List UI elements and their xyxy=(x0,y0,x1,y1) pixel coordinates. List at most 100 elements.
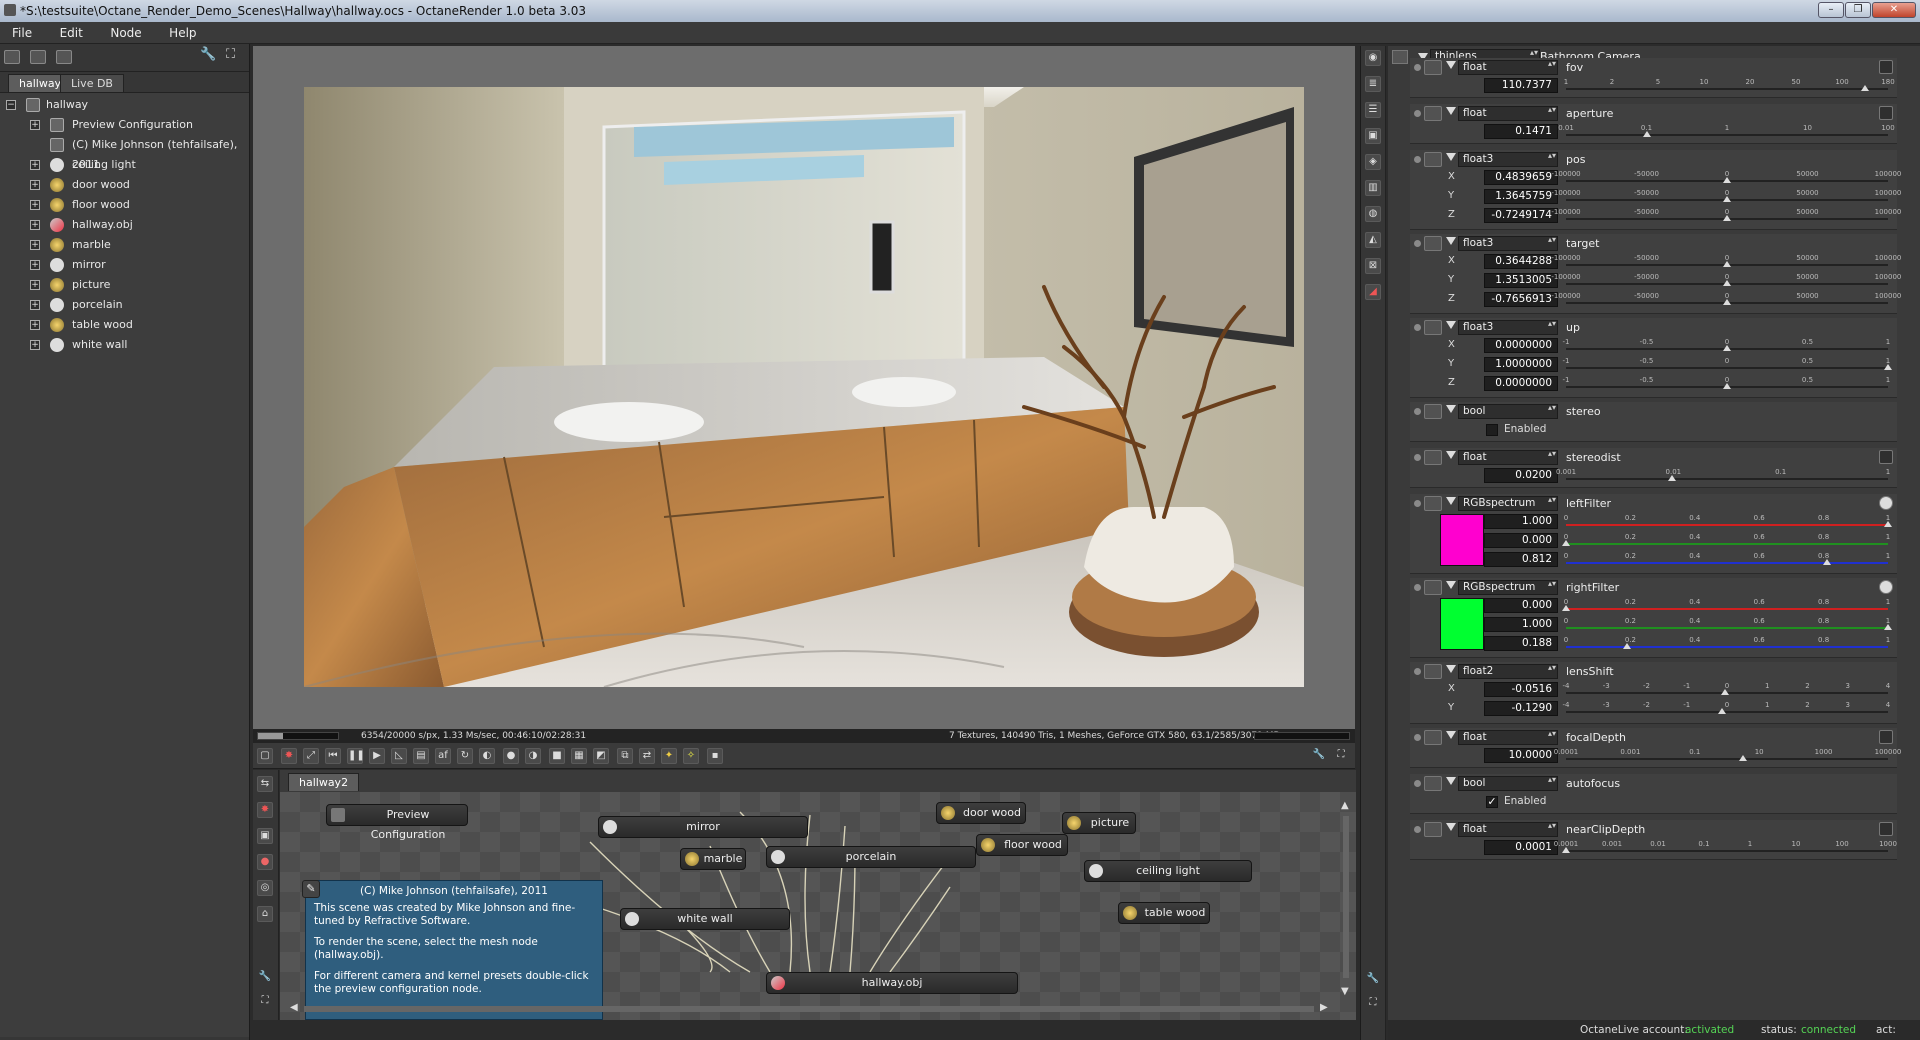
expand-param-icon[interactable] xyxy=(1446,153,1456,161)
rightFilter-b-value[interactable]: 0.188 xyxy=(1484,636,1558,651)
leftFilter-swatch[interactable] xyxy=(1440,514,1484,566)
up-z-value[interactable]: 0.0000000 xyxy=(1484,376,1558,391)
sphere-icon[interactable]: ● xyxy=(503,748,519,764)
pin-dot-icon[interactable] xyxy=(1414,156,1421,163)
graph-material-icon[interactable]: ● xyxy=(257,854,273,870)
param-type-select[interactable]: float3 xyxy=(1458,152,1558,167)
reset-icon[interactable]: ⤢ xyxy=(303,748,319,764)
tree-item[interactable]: + table wood xyxy=(0,315,249,335)
stereo-checkbox[interactable] xyxy=(1486,424,1498,436)
light-icon[interactable]: ✧ xyxy=(683,748,699,764)
pin-dot-icon[interactable] xyxy=(1414,240,1421,247)
expand-icon[interactable]: + xyxy=(30,180,40,190)
play-icon[interactable]: ▶ xyxy=(369,748,385,764)
param-type-select[interactable]: float xyxy=(1458,822,1558,837)
lock-icon[interactable]: ◐ xyxy=(479,748,495,764)
tab-live-db[interactable]: Live DB xyxy=(60,74,124,92)
slider-handle[interactable] xyxy=(1723,261,1731,267)
tree-item[interactable]: + marble xyxy=(0,235,249,255)
graph-delete-icon[interactable]: ✸ xyxy=(257,802,273,818)
param-node-icon[interactable] xyxy=(1424,450,1442,465)
film-icon[interactable]: ▥ xyxy=(1365,180,1381,196)
tree-item[interactable]: + Preview Configuration xyxy=(0,115,249,135)
target-y-slider[interactable]: -100000 -50000 0 50000 100000 xyxy=(1551,273,1901,288)
export-icon[interactable]: ⇄ xyxy=(639,748,655,764)
graph-wrench-icon[interactable]: 🔧 xyxy=(257,970,273,986)
graph-vertical-scrollbar[interactable]: ▲ ▼ xyxy=(1339,800,1353,1000)
expand-icon[interactable]: + xyxy=(30,200,40,210)
nearClipDepth-value[interactable]: 0.0001 xyxy=(1484,840,1558,855)
slider-handle[interactable] xyxy=(1723,345,1731,351)
reset-param-icon[interactable] xyxy=(1879,822,1893,836)
tree-item[interactable]: (C) Mike Johnson (tehfailsafe), 2011 xyxy=(0,135,249,171)
expand-param-icon[interactable] xyxy=(1446,823,1456,831)
picture-icon[interactable]: ◭ xyxy=(1365,232,1381,248)
aperture-slider[interactable]: 0.01 0.1 1 10 100 xyxy=(1558,124,1895,139)
unlock-icon[interactable]: ▪ xyxy=(707,748,723,764)
param-node-icon[interactable] xyxy=(1424,236,1442,251)
leftFilter-g-slider[interactable]: 0 0.2 0.4 0.6 0.8 1 xyxy=(1562,533,1890,548)
menu-file[interactable]: File xyxy=(0,22,44,44)
hscroll-thumb[interactable] xyxy=(304,1006,1314,1012)
pos-y-slider[interactable]: -100000 -50000 0 50000 100000 xyxy=(1551,189,1901,204)
viewport-wrench-icon[interactable]: 🔧 xyxy=(1311,748,1327,764)
expand-param-icon[interactable] xyxy=(1446,665,1456,673)
scroll-right-icon[interactable]: ▶ xyxy=(1320,1002,1328,1013)
up-y-value[interactable]: 1.0000000 xyxy=(1484,357,1558,372)
leftFilter-b-value[interactable]: 0.812 xyxy=(1484,552,1558,567)
rightFilter-g-value[interactable]: 1.000 xyxy=(1484,617,1558,632)
pos-x-value[interactable]: 0.4839659 xyxy=(1484,170,1558,185)
pin-dot-icon[interactable] xyxy=(1414,454,1421,461)
rightFilter-r-slider[interactable]: 0 0.2 0.4 0.6 0.8 1 xyxy=(1562,598,1890,613)
slider-handle[interactable] xyxy=(1723,196,1731,202)
expand-param-icon[interactable] xyxy=(1446,405,1456,413)
param-type-select[interactable]: bool xyxy=(1458,404,1558,419)
slider-handle[interactable] xyxy=(1562,847,1570,853)
pos-x-slider[interactable]: -100000 -50000 0 50000 100000 xyxy=(1551,170,1901,185)
slider-handle[interactable] xyxy=(1884,624,1892,630)
slider-handle[interactable] xyxy=(1723,299,1731,305)
wrench-icon[interactable]: 🔧 xyxy=(200,47,216,62)
eye-icon[interactable] xyxy=(1879,580,1893,594)
expand-icon[interactable]: + xyxy=(30,280,40,290)
pin-dot-icon[interactable] xyxy=(1414,780,1421,787)
tree-item[interactable]: + porcelain xyxy=(0,295,249,315)
leftFilter-r-value[interactable]: 1.000 xyxy=(1484,514,1558,529)
render-image[interactable] xyxy=(304,87,1304,687)
expand-icon[interactable]: + xyxy=(30,120,40,130)
nearClipDepth-slider[interactable]: 0.0001 0.001 0.01 0.1 1 10 100 1000 xyxy=(1554,840,1897,855)
slider-handle[interactable] xyxy=(1884,521,1892,527)
node-table-wood[interactable]: table wood xyxy=(1118,902,1210,924)
expand-icon[interactable]: + xyxy=(30,320,40,330)
param-type-select[interactable]: float2 xyxy=(1458,664,1558,679)
eye-icon[interactable] xyxy=(1879,496,1893,510)
slider-handle[interactable] xyxy=(1562,540,1570,546)
color-node-icon[interactable] xyxy=(1424,496,1442,511)
sphere-stack-icon[interactable]: ◍ xyxy=(1365,206,1381,222)
leftFilter-g-value[interactable]: 0.000 xyxy=(1484,533,1558,548)
rightFilter-swatch[interactable] xyxy=(1440,598,1484,650)
tree-item[interactable]: + picture xyxy=(0,275,249,295)
param-type-select[interactable]: float3 xyxy=(1458,236,1558,251)
pin-dot-icon[interactable] xyxy=(1414,500,1421,507)
display-icon[interactable]: ▤ xyxy=(413,748,429,764)
kernel-icon[interactable]: ◈ xyxy=(1365,154,1381,170)
slider-handle[interactable] xyxy=(1723,177,1731,183)
refresh-icon[interactable]: ↻ xyxy=(457,748,473,764)
node-mirror[interactable]: mirror xyxy=(598,816,808,838)
param-type-select[interactable]: bool xyxy=(1458,776,1558,791)
rightFilter-r-value[interactable]: 0.000 xyxy=(1484,598,1558,613)
bool-node-icon[interactable] xyxy=(1424,776,1442,791)
slider-handle[interactable] xyxy=(1623,643,1632,649)
node-preview-configuration[interactable]: Preview Configuration xyxy=(326,804,468,841)
expand-icon[interactable]: + xyxy=(30,160,40,170)
node-ceiling-light[interactable]: ceiling light xyxy=(1084,860,1252,882)
scroll-thumb[interactable] xyxy=(1343,816,1349,978)
menu-edit[interactable]: Edit xyxy=(48,22,95,44)
collapse-icon[interactable]: − xyxy=(6,100,16,110)
list-icon[interactable]: ☰ xyxy=(1365,102,1381,118)
expand-param-icon[interactable] xyxy=(1446,321,1456,329)
fov-value[interactable]: 110.7377 xyxy=(1484,78,1558,93)
stop-render-icon[interactable]: ✸ xyxy=(281,748,297,764)
camera-node-icon[interactable]: ◉ xyxy=(1365,50,1381,66)
